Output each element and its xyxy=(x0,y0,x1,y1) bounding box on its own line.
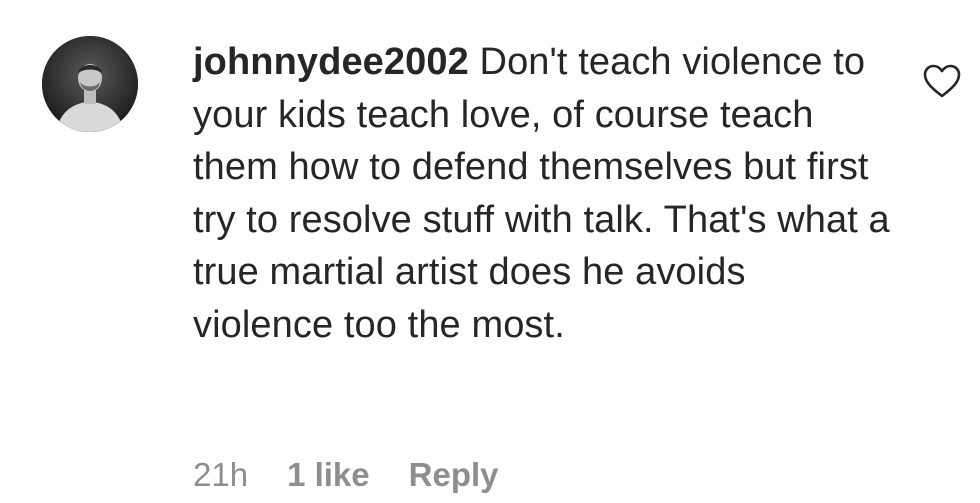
comment-text: Don't teach violence to your kids teach … xyxy=(193,41,890,346)
comment-body: johnnydee2002 Don't teach violence to yo… xyxy=(193,36,893,351)
comment-timestamp[interactable]: 21h xyxy=(193,456,248,494)
comment-meta: 21h 1 like Reply xyxy=(193,450,499,500)
reply-button[interactable]: Reply xyxy=(409,456,499,494)
avatar-image xyxy=(42,36,138,132)
comment-item: johnnydee2002 Don't teach violence to yo… xyxy=(0,0,980,503)
heart-outline-icon[interactable] xyxy=(922,62,962,102)
comment-like-count[interactable]: 1 like xyxy=(287,456,370,494)
comment-username[interactable]: johnnydee2002 xyxy=(193,41,469,83)
user-avatar[interactable] xyxy=(42,36,138,132)
